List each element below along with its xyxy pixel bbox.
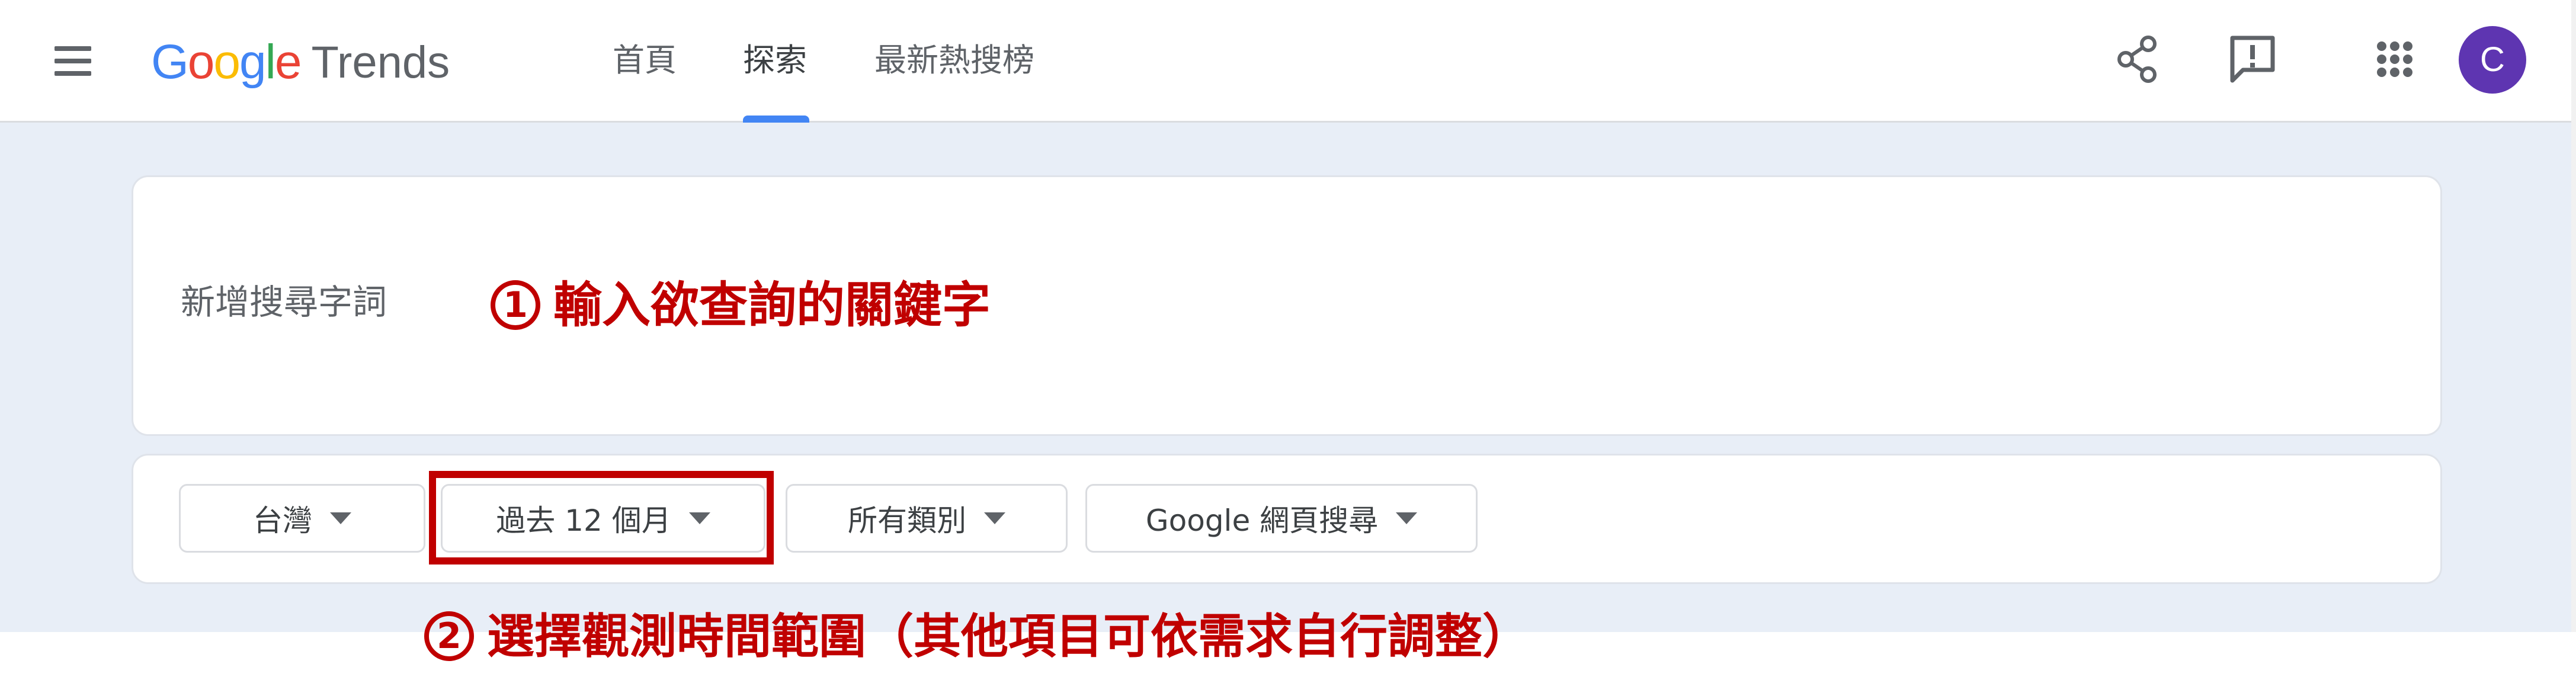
category-dropdown[interactable]: 所有類別 (786, 484, 1068, 553)
chevron-down-icon (1396, 512, 1418, 524)
menu-icon[interactable] (47, 41, 98, 81)
time-range-highlight-box (429, 471, 774, 565)
step-1-text: 輸入欲查詢的關鍵字 (553, 277, 991, 333)
chevron-down-icon (984, 512, 1005, 524)
region-dropdown-label: 台灣 (253, 503, 312, 538)
annotation-step-2: 2 選擇觀測時間範圍（其他項目可依需求自行調整） (424, 598, 1530, 667)
share-icon[interactable] (2108, 30, 2167, 89)
google-wordmark: Google (151, 35, 302, 89)
tab-home[interactable]: 首頁 (613, 37, 677, 84)
search-type-dropdown-label: Google 網頁搜尋 (1145, 503, 1379, 538)
region-dropdown[interactable]: 台灣 (179, 484, 425, 553)
top-app-bar: Google Trends 首頁 探索 最新熱搜榜 C (0, 0, 2576, 123)
search-term-input[interactable] (181, 275, 406, 329)
step-1-number: 1 (491, 280, 540, 330)
google-trends-logo[interactable]: Google Trends (151, 33, 450, 92)
step-2-text: 選擇觀測時間範圍（其他項目可依需求自行調整） (487, 609, 1530, 664)
search-term-card (132, 175, 2442, 436)
active-tab-indicator (743, 116, 809, 123)
search-type-dropdown[interactable]: Google 網頁搜尋 (1085, 484, 1478, 553)
scrollbar-track[interactable] (2571, 0, 2576, 632)
chevron-down-icon (330, 512, 351, 524)
apps-icon[interactable] (2365, 30, 2424, 89)
annotation-step-1: 1 輸入欲查詢的關鍵字 (491, 265, 991, 336)
account-avatar[interactable]: C (2459, 26, 2526, 94)
tab-explore[interactable]: 探索 (743, 37, 807, 84)
tab-trending[interactable]: 最新熱搜榜 (874, 37, 1034, 84)
step-2-number: 2 (424, 611, 474, 662)
feedback-icon[interactable] (2223, 30, 2282, 89)
category-dropdown-label: 所有類別 (848, 503, 966, 538)
logo-suffix: Trends (311, 37, 450, 88)
